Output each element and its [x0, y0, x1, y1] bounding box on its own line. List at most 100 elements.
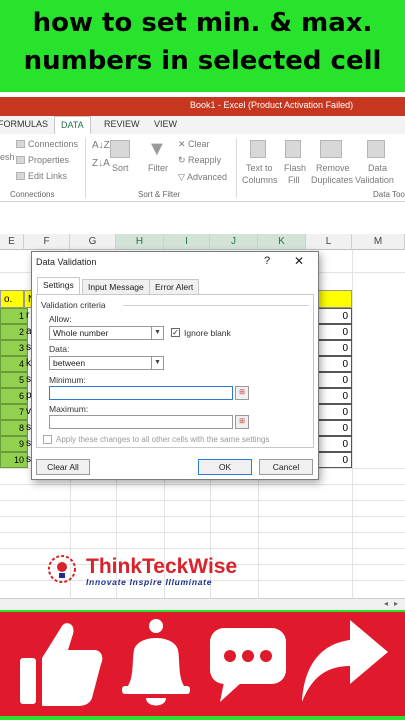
advanced-label: Advanced [186, 172, 227, 182]
data-label: Data: [49, 344, 70, 354]
column-header-h[interactable]: H [116, 234, 164, 250]
group-data-tools-label: Data Too [373, 190, 405, 199]
column-header-m[interactable]: M [352, 234, 405, 250]
tab-error-alert[interactable]: Error Alert [149, 279, 200, 295]
allow-select[interactable]: Whole number ▼ [49, 326, 164, 340]
like-icon[interactable] [18, 618, 104, 710]
column-header-k[interactable]: K [258, 234, 306, 250]
range-select-icon[interactable]: ⊞ [235, 386, 249, 400]
row-number-cell[interactable]: 5 [0, 372, 28, 388]
filter-icon: ▼ [147, 138, 167, 160]
brand-tagline: Innovate Inspire Illuminate [86, 577, 213, 587]
remove-duplicates-label-1[interactable]: Remove [316, 163, 350, 173]
filter-button[interactable]: Filter [148, 163, 168, 173]
comment-icon[interactable] [208, 624, 288, 704]
footer-bar [0, 610, 405, 720]
apply-all-checkbox[interactable] [43, 435, 52, 444]
minimum-input[interactable] [49, 386, 233, 400]
column-header-i[interactable]: I [164, 234, 210, 250]
scroll-right-icon[interactable]: ▸ [394, 599, 398, 608]
apply-all-label: Apply these changes to all other cells w… [56, 435, 270, 444]
help-button[interactable]: ? [264, 255, 270, 267]
allow-label: Allow: [49, 314, 72, 324]
reapply-button[interactable]: ↻ Reapply [178, 155, 221, 166]
tab-review[interactable]: REVIEW [104, 119, 140, 129]
gridline [0, 548, 405, 549]
remove-duplicates-label-2[interactable]: Duplicates [311, 175, 353, 185]
data-value: between [53, 358, 86, 368]
flash-fill-label-1[interactable]: Flash [284, 163, 306, 173]
banner-line-1: how to set min. & max. [32, 8, 373, 38]
row-number-cell[interactable]: 10 [0, 452, 28, 468]
gridline [352, 250, 353, 602]
tab-data[interactable]: DATA [54, 116, 91, 135]
column-header-l[interactable]: L [306, 234, 352, 250]
cancel-button[interactable]: Cancel [259, 459, 313, 475]
section-divider [123, 305, 309, 306]
ok-button[interactable]: OK [198, 459, 252, 475]
column-header-g[interactable]: G [70, 234, 116, 250]
ignore-blank-label: Ignore blank [184, 328, 231, 338]
ignore-blank-checkbox[interactable]: ✓ [171, 328, 180, 337]
data-validation-label-1[interactable]: Data [368, 163, 387, 173]
tab-input-message[interactable]: Input Message [82, 279, 150, 295]
flash-fill-icon [285, 140, 301, 158]
row-number-cell[interactable]: 2 [0, 324, 28, 340]
ribbon-separator [85, 138, 86, 198]
sort-za-icon[interactable]: Z↓A [92, 158, 110, 169]
properties-button[interactable]: Properties [28, 155, 69, 165]
sort-az-icon[interactable]: A↓Z [92, 140, 110, 151]
row-number-cell[interactable]: 3 [0, 340, 28, 356]
group-sort-filter-label: Sort & Filter [138, 190, 181, 199]
brand-name: ThinkTeckWise [86, 555, 238, 578]
gridline [0, 532, 405, 533]
tab-formulas[interactable]: FORMULAS [0, 119, 48, 129]
flash-fill-label-2[interactable]: Fill [288, 175, 300, 185]
connections-button[interactable]: Connections [28, 139, 78, 149]
column-header-e[interactable]: E [0, 234, 24, 250]
clear-button[interactable]: ✕ Clear [178, 139, 210, 150]
footer-red-band [0, 612, 405, 716]
scroll-left-icon[interactable]: ◂ [384, 599, 388, 608]
edit-links-button[interactable]: Edit Links [28, 171, 67, 181]
banner-line-2: numbers in selected cell [23, 46, 382, 76]
maximum-input[interactable] [49, 415, 233, 429]
bell-icon[interactable] [116, 616, 196, 712]
minimum-label: Minimum: [49, 375, 86, 385]
group-connections-label: Connections [10, 190, 55, 199]
tab-settings[interactable]: Settings [37, 277, 80, 295]
row-number-cell[interactable]: 1 [0, 308, 28, 324]
refresh-label[interactable]: esh [0, 152, 15, 162]
text-to-columns-label-1[interactable]: Text to [246, 163, 273, 173]
row-number-cell[interactable]: 8 [0, 420, 28, 436]
properties-icon [16, 156, 25, 164]
data-validation-label-2[interactable]: Validation [355, 175, 394, 185]
ribbon: esh Connections Properties Edit Links Co… [0, 134, 405, 202]
sort-icon [110, 140, 130, 158]
column-header-j[interactable]: J [210, 234, 258, 250]
close-icon[interactable]: ✕ [294, 254, 304, 268]
gridline [0, 500, 405, 501]
excel-title-bar: Book1 - Excel (Product Activation Failed… [0, 97, 405, 116]
row-name-cell[interactable]: r [26, 310, 29, 321]
ribbon-separator [236, 138, 237, 198]
brand-icon [48, 555, 76, 583]
range-select-icon[interactable]: ⊞ [235, 415, 249, 429]
row-number-cell[interactable]: 6 [0, 388, 28, 404]
tab-view[interactable]: VIEW [154, 119, 177, 129]
clear-all-button[interactable]: Clear All [36, 459, 90, 475]
column-header-f[interactable]: F [24, 234, 70, 250]
horizontal-scrollbar[interactable]: ◂ ▸ [0, 598, 405, 610]
row-number-cell[interactable]: 4 [0, 356, 28, 372]
clear-label: Clear [188, 139, 210, 149]
data-select[interactable]: between ▼ [49, 356, 164, 370]
share-icon[interactable] [298, 616, 390, 712]
data-validation-dialog: Data Validation ? ✕ Settings Input Messa… [31, 251, 319, 480]
advanced-button[interactable]: ▽ Advanced [178, 172, 227, 183]
sort-button[interactable]: Sort [112, 163, 129, 173]
header-cell-no[interactable]: o. [0, 290, 24, 308]
edit-links-icon [16, 172, 25, 180]
row-number-cell[interactable]: 9 [0, 436, 28, 452]
row-number-cell[interactable]: 7 [0, 404, 28, 420]
text-to-columns-label-2[interactable]: Columns [242, 175, 278, 185]
